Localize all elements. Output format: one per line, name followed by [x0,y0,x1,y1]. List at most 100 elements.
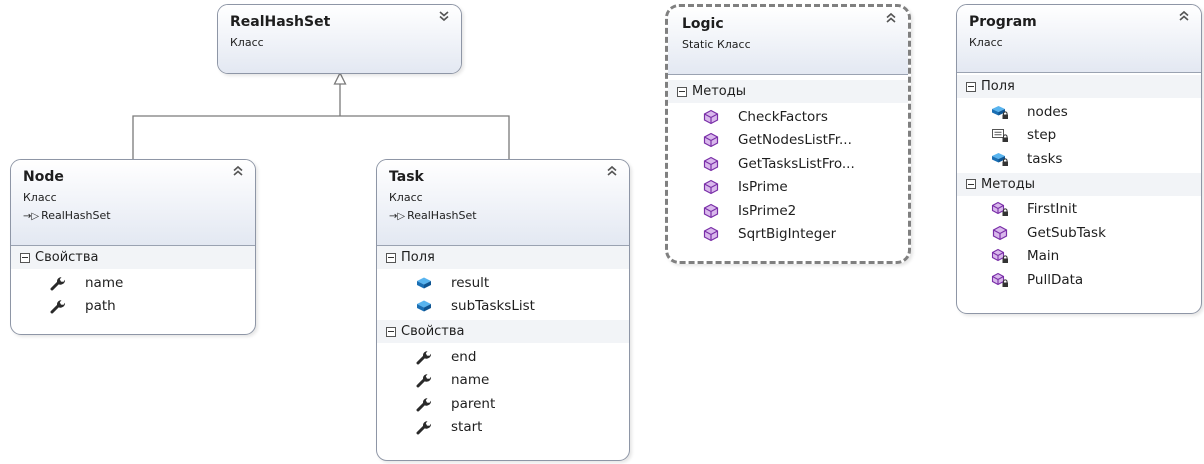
connector-task [340,115,510,160]
wrench-property-icon [415,396,433,412]
section-properties[interactable]: Свойства [11,246,255,269]
chevron-double-up-icon[interactable] [606,165,618,177]
member-field[interactable]: subTasksList [415,295,629,319]
member-property[interactable]: name [415,369,629,393]
private-constant-field-icon [991,127,1009,143]
class-header: Program Класс [957,5,1201,73]
section-title: Методы [981,176,1035,192]
member-name: IsPrime [738,179,788,196]
member-name: name [451,372,490,389]
method-icon [702,109,720,125]
class-kind: Класс [23,191,57,204]
class-realhashset[interactable]: RealHashSet Класс [217,4,462,74]
section-title: Поля [401,250,435,265]
member-name: SqrtBigInteger [738,226,837,243]
member-name: start [451,419,483,436]
method-icon [702,203,720,219]
member-name: GetSubTask [1027,224,1106,241]
method-icon [991,225,1009,241]
collapse-minus-icon[interactable] [966,179,976,189]
class-name: Logic [682,16,724,32]
class-node[interactable]: Node Класс →▷ RealHashSet Свойства name p… [10,159,256,335]
chevron-double-up-icon[interactable] [1178,10,1190,22]
member-name: CheckFactors [738,108,828,125]
member-method[interactable]: CheckFactors [702,105,908,129]
field-icon [415,298,433,314]
class-header: Task Класс →▷ RealHashSet [377,160,629,246]
base-class-name: RealHashSet [41,209,111,222]
member-property[interactable]: start [415,416,629,440]
section-methods[interactable]: Методы [668,80,908,103]
member-name: tasks [1027,150,1063,167]
section-fields[interactable]: Поля [377,246,629,269]
method-icon [702,226,720,242]
section-methods[interactable]: Методы [957,172,1201,196]
section-properties[interactable]: Свойства [377,320,629,343]
member-name: FirstInit [1027,201,1077,218]
method-icon [702,179,720,195]
member-property[interactable]: path [49,295,255,319]
section-fields[interactable]: Поля [957,75,1201,98]
member-method[interactable]: GetSubTask [991,221,1201,245]
field-icon [415,275,433,291]
member-property[interactable]: parent [415,392,629,416]
member-name: Main [1027,248,1060,265]
collapse-minus-icon[interactable] [386,252,396,263]
wrench-property-icon [49,275,67,291]
private-field-icon [991,104,1009,120]
base-class: →▷ RealHashSet [389,208,629,224]
class-task[interactable]: Task Класс →▷ RealHashSet Поля result sub… [376,159,630,461]
member-name: path [85,298,116,315]
class-logic[interactable]: Logic Static Класс Методы CheckFactors G… [665,4,911,264]
member-field[interactable]: result [415,271,629,295]
member-field[interactable]: nodes [991,100,1201,124]
class-name: Task [389,169,424,185]
member-name: nodes [1027,103,1068,120]
collapse-minus-icon[interactable] [386,326,396,337]
class-kind: Класс [389,191,423,204]
private-method-icon [991,201,1009,217]
private-field-icon [991,151,1009,167]
class-program[interactable]: Program Класс Поля nodes step tasks Мето… [956,4,1202,314]
class-kind: Класс [230,36,264,49]
member-name: result [451,274,490,291]
member-property[interactable]: end [415,345,629,369]
member-name: parent [451,395,496,412]
member-name: step [1027,127,1057,144]
section-title: Свойства [401,324,465,339]
wrench-property-icon [415,372,433,388]
wrench-property-icon [415,349,433,365]
inheritance-arrowhead [333,71,347,85]
member-field[interactable]: tasks [991,147,1201,171]
chevron-double-up-icon[interactable] [232,165,244,177]
member-name: end [451,348,477,365]
member-method[interactable]: GetNodesListFr... [702,129,908,153]
class-name: RealHashSet [230,14,331,30]
base-class-name: RealHashSet [407,209,477,222]
chevron-double-down-icon[interactable] [438,10,450,22]
member-name: name [85,274,124,291]
collapse-minus-icon[interactable] [966,81,976,92]
member-method[interactable]: IsPrime2 [702,199,908,223]
member-field[interactable]: step [991,124,1201,148]
member-method[interactable]: GetTasksListFro... [702,152,908,176]
member-method[interactable]: SqrtBigInteger [702,223,908,247]
member-method[interactable]: IsPrime [702,176,908,200]
base-class: →▷ RealHashSet [23,208,255,224]
inherit-arrow-icon: →▷ [389,211,406,222]
chevron-double-up-icon[interactable] [885,12,897,24]
class-header: RealHashSet Класс [218,5,461,73]
collapse-minus-icon[interactable] [677,86,687,97]
class-header: Logic Static Класс [668,7,908,75]
member-name: PullData [1027,271,1084,288]
collapse-minus-icon[interactable] [20,252,30,263]
section-title: Поля [981,79,1015,94]
section-title: Методы [692,84,746,99]
connector-node [132,115,340,160]
member-method[interactable]: PullData [991,268,1201,292]
member-method[interactable]: FirstInit [991,198,1201,222]
member-method[interactable]: Main [991,245,1201,269]
member-property[interactable]: name [49,271,255,295]
member-name: subTasksList [451,298,535,315]
class-header: Node Класс →▷ RealHashSet [11,160,255,246]
